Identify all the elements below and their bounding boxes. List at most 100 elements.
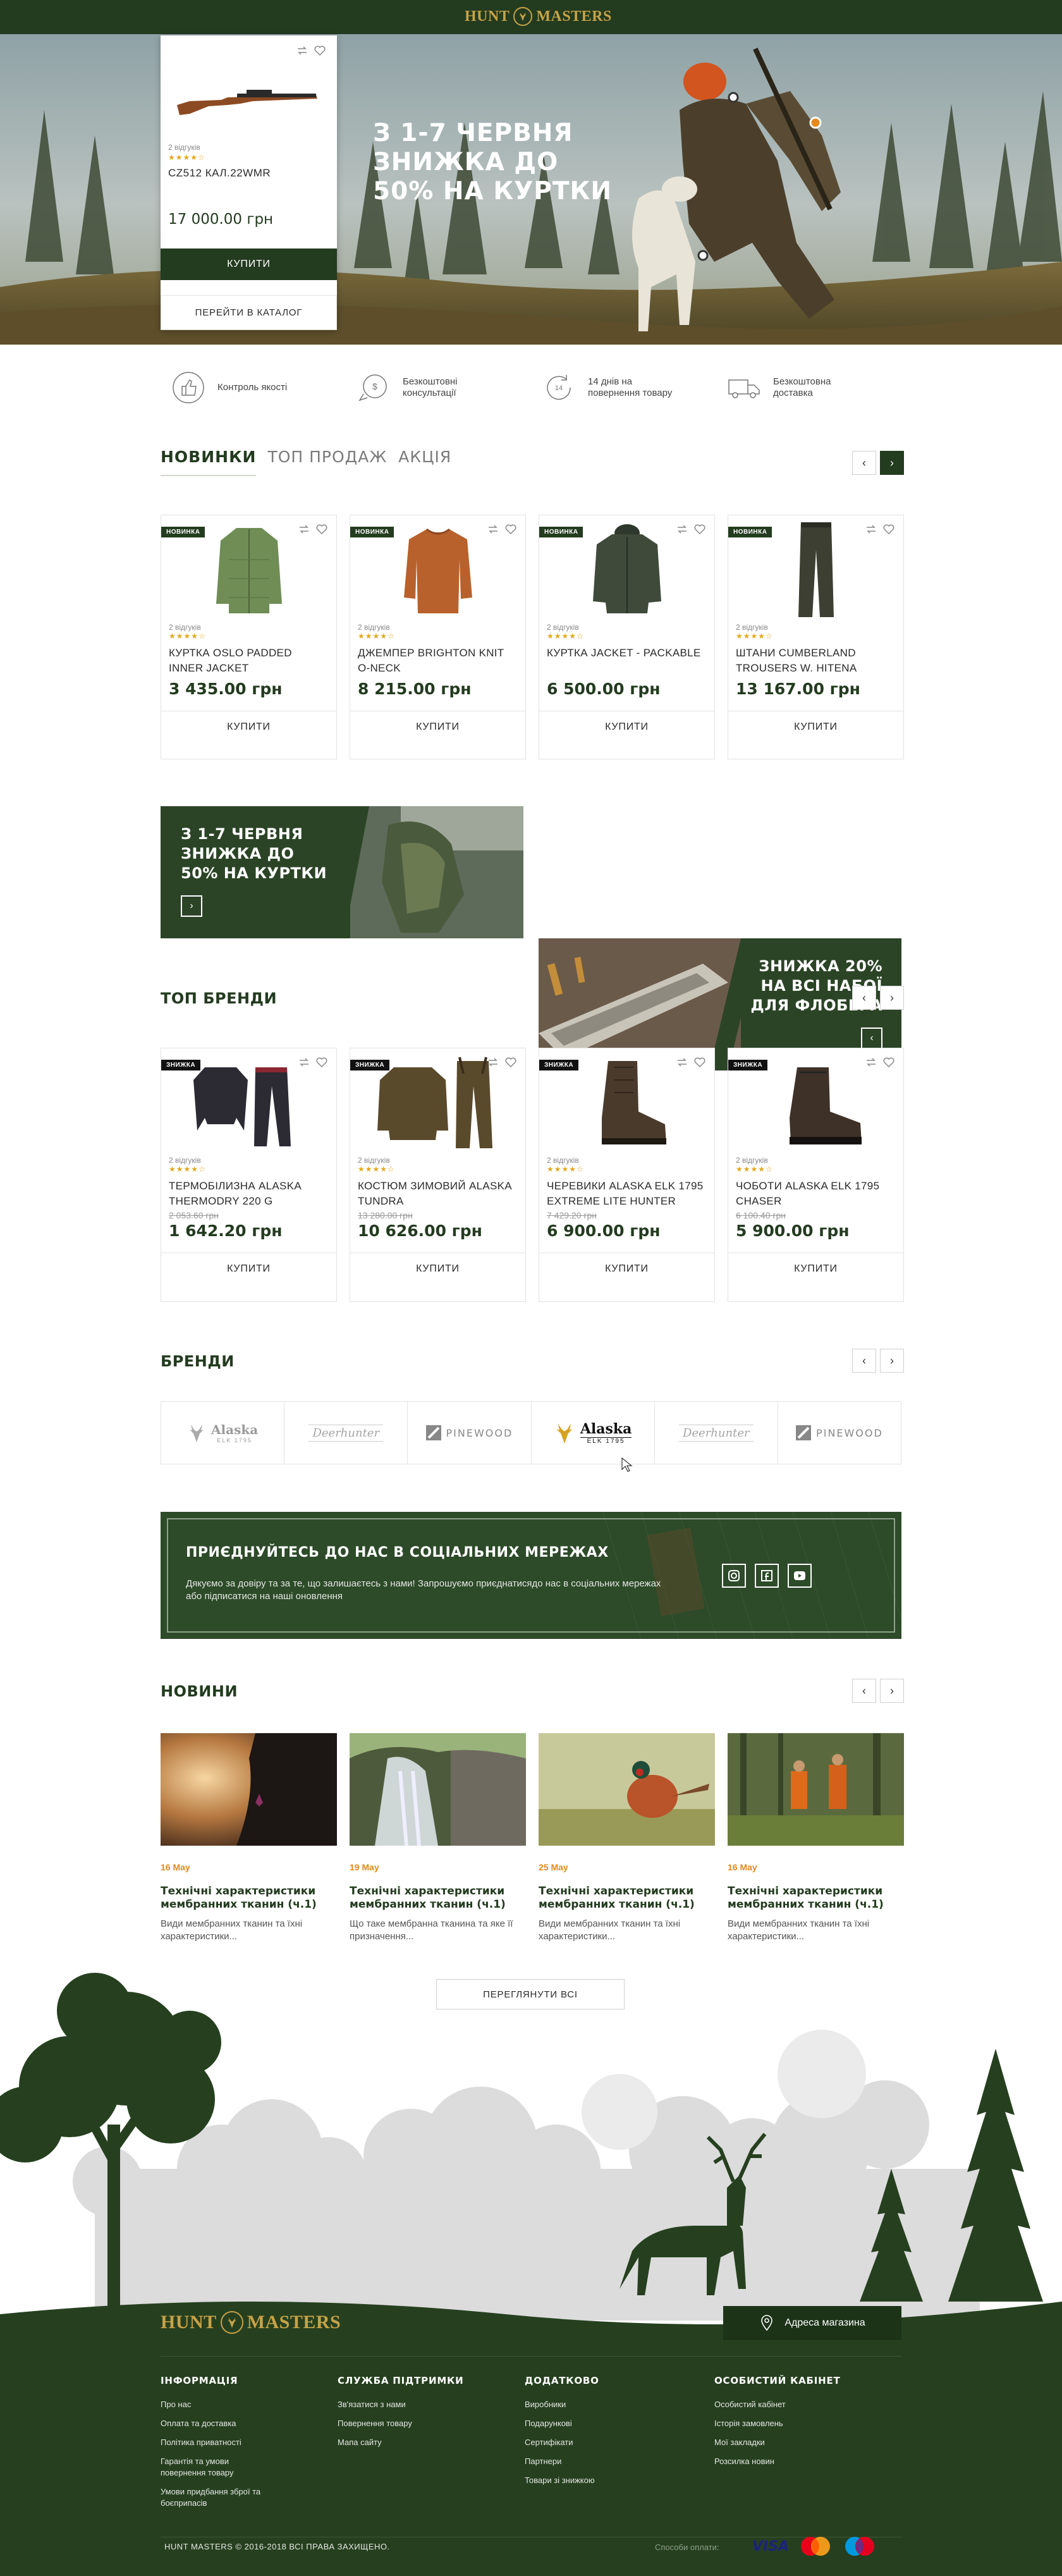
hero-banner: З 1-7 ЧЕРВНЯ ЗНИЖКА ДО 50% НА КУРТКИ [0,34,1062,345]
product-card[interactable]: ЗНИЖКА 2 відгуків ★★★★☆ ТЕРМОБІЛИЗНА ALA… [161,1048,337,1302]
promo-banner-jackets[interactable]: З 1-7 ЧЕРВНЯ ЗНИЖКА ДО 50% НА КУРТКИ › [161,806,523,938]
buy-button[interactable]: КУПИТИ [350,1253,525,1285]
product-card[interactable]: ЗНИЖКА 2 відгуків ★★★★☆ ЧОБОТИ ALASKA EL… [728,1048,904,1302]
footer-link[interactable]: Партнери [525,2456,651,2467]
news-headline[interactable]: Технічні характеристики мембранних ткани… [161,1885,337,1911]
buy-button[interactable]: КУПИТИ [539,1253,714,1285]
go-to-catalog-button[interactable]: ПЕРЕЙТИ В КАТАЛОГ [161,295,337,330]
buy-button[interactable]: КУПИТИ [161,711,336,743]
product-card[interactable]: НОВИНКА 2 відгуків ★★★★☆ ШТАНИ CUMBERLAN… [728,515,904,759]
instagram-button[interactable] [722,1564,746,1588]
footer-link[interactable]: Умови придбання зброї та боєприпасів [161,2486,274,2509]
heart-icon[interactable] [694,524,705,534]
tab-sale[interactable]: АКЦІЯ [398,448,451,476]
buy-button[interactable]: КУПИТИ [161,248,337,280]
news-card[interactable]: 19 May Технічні характеристики мембранни… [350,1733,526,1943]
compare-icon[interactable] [865,524,877,534]
heart-icon[interactable] [883,1057,894,1067]
prev-arrow-button[interactable]: ‹ [852,451,876,475]
footer-logo[interactable]: HUNT MASTERS [161,2311,341,2334]
brand-logo-alaska[interactable]: Alaska ELK 1795 [161,1402,285,1464]
product-card[interactable]: ЗНИЖКА 2 відгуків ★★★★☆ КОСТЮМ ЗИМОВИЙ A… [350,1048,526,1302]
footer-link[interactable]: Мапа сайту [338,2437,464,2448]
next-arrow-button[interactable]: › [880,986,904,1010]
product-name[interactable]: ТЕРМОБІЛИЗНА ALASKA THERMODRY 220 G [169,1179,329,1210]
product-name[interactable]: ДЖЕМПЕР BRIGHTON KNIT O-NECK [358,646,518,677]
prev-arrow-button[interactable]: ‹ [852,986,876,1010]
youtube-button[interactable] [788,1564,812,1588]
banner-arrow-button[interactable]: › [181,895,202,917]
heart-icon[interactable] [314,46,326,56]
footer-link[interactable]: Особистий кабінет [714,2399,853,2410]
prev-arrow-button[interactable]: ‹ [852,1679,876,1703]
brand-logo-alaska-active[interactable]: Alaska ELK 1795 [532,1402,655,1464]
tab-top-sales[interactable]: ТОП ПРОДАЖ [267,448,387,476]
buy-button[interactable]: КУПИТИ [728,1253,903,1285]
card-action-icons [865,524,894,534]
news-card[interactable]: 25 May Технічні характеристики мембранни… [539,1733,715,1943]
news-headline[interactable]: Технічні характеристики мембранних ткани… [350,1885,526,1911]
heart-icon[interactable] [316,524,327,534]
heart-icon[interactable] [694,1057,705,1067]
footer-link[interactable]: Про нас [161,2399,274,2410]
brand-logo-deerhunter[interactable]: Deerhunter [284,1402,408,1464]
product-card[interactable]: ЗНИЖКА 2 відгуків ★★★★☆ ЧЕРЕВИКИ ALASKA … [539,1048,715,1302]
product-name[interactable]: ЧОБОТИ ALASKA ELK 1795 CHASER [736,1179,896,1210]
tab-new[interactable]: НОВИНКИ [161,448,257,476]
buy-button[interactable]: КУПИТИ [728,711,903,743]
store-address-button[interactable]: Адреса магазина [723,2306,901,2340]
buy-button[interactable]: КУПИТИ [350,711,525,743]
footer-link[interactable]: Виробники [525,2399,651,2410]
footer-link[interactable]: Мої закладки [714,2437,853,2448]
product-name[interactable]: ШТАНИ CUMBERLAND TROUSERS W. HITENA [736,646,896,677]
news-card[interactable]: 16 May Технічні характеристики мембранни… [728,1733,904,1943]
brand-logo-pinewood[interactable]: PINEWOOD [778,1402,901,1464]
product-name[interactable]: КУРТКА JACKET - PACKABLE [547,646,707,677]
compare-icon[interactable] [487,524,499,534]
heart-icon[interactable] [883,524,894,534]
heart-icon[interactable] [505,1057,516,1067]
next-arrow-button[interactable]: › [880,1349,904,1373]
next-arrow-button[interactable]: › [880,1679,904,1703]
compare-icon[interactable] [298,1057,310,1067]
compare-icon[interactable] [865,1057,877,1067]
banner-arrow-button[interactable]: ‹ [861,1027,882,1049]
site-logo[interactable]: HUNT MASTERS [465,7,612,26]
footer-link[interactable]: Історія замовлень [714,2418,853,2429]
heart-icon[interactable] [316,1057,327,1067]
footer-link[interactable]: Товари зі знижкою [525,2475,651,2486]
product-card[interactable]: НОВИНКА 2 відгуків ★★★★☆ ДЖЕМПЕР BRIGHTO… [350,515,526,759]
prev-arrow-button[interactable]: ‹ [852,1349,876,1373]
compare-icon[interactable] [487,1057,499,1067]
product-card[interactable]: НОВИНКА 2 відгуків ★★★★☆ КУРТКА OSLO PAD… [161,515,337,759]
compare-icon[interactable] [676,524,688,534]
news-card[interactable]: 16 May Технічні характеристики мембранни… [161,1733,337,1943]
product-name[interactable]: ЧЕРЕВИКИ ALASKA ELK 1795 EXTREME LITE HU… [547,1179,707,1210]
news-headline[interactable]: Технічні характеристики мембранних ткани… [539,1885,715,1911]
buy-button[interactable]: КУПИТИ [161,1253,336,1285]
hero-product-card[interactable]: 2 відгуків ★★★★☆ CZ512 КАЛ.22WMR 17 000.… [161,35,337,330]
compare-icon[interactable] [296,46,308,56]
product-name[interactable]: КУРТКА OSLO PADDED INNER JACKET [169,646,329,677]
buy-button[interactable]: КУПИТИ [539,711,714,743]
product-card[interactable]: НОВИНКА 2 відгуків ★★★★☆ КУРТКА JACKET -… [539,515,715,759]
footer-link[interactable]: Повернення товару [338,2418,464,2429]
footer-link[interactable]: Подарункові [525,2418,651,2429]
compare-icon[interactable] [676,1057,688,1067]
compare-icon[interactable] [298,524,310,534]
footer-link[interactable]: Оплата та доставка [161,2418,274,2429]
footer-link[interactable]: Гарантія та умови повернення товару [161,2456,274,2479]
footer-link[interactable]: Зв'язатися з нами [338,2399,464,2410]
news-headline[interactable]: Технічні характеристики мембранних ткани… [728,1885,904,1911]
brand-logo-deerhunter[interactable]: Deerhunter [655,1402,778,1464]
footer-link[interactable]: Розсилка новин [714,2456,853,2467]
product-name[interactable]: КОСТЮМ ЗИМОВИЙ ALASKA TUNDRA [358,1179,518,1210]
footer-link[interactable]: Політика приватності [161,2437,274,2448]
brand-logo-pinewood[interactable]: PINEWOOD [408,1402,532,1464]
next-arrow-button[interactable]: › [880,451,904,475]
footer-link[interactable]: Сертифікати [525,2437,651,2448]
facebook-button[interactable] [755,1564,779,1588]
product-name[interactable]: CZ512 КАЛ.22WMR [168,167,271,180]
heart-icon[interactable] [505,524,516,534]
news-date: 16 May [728,1862,757,1872]
